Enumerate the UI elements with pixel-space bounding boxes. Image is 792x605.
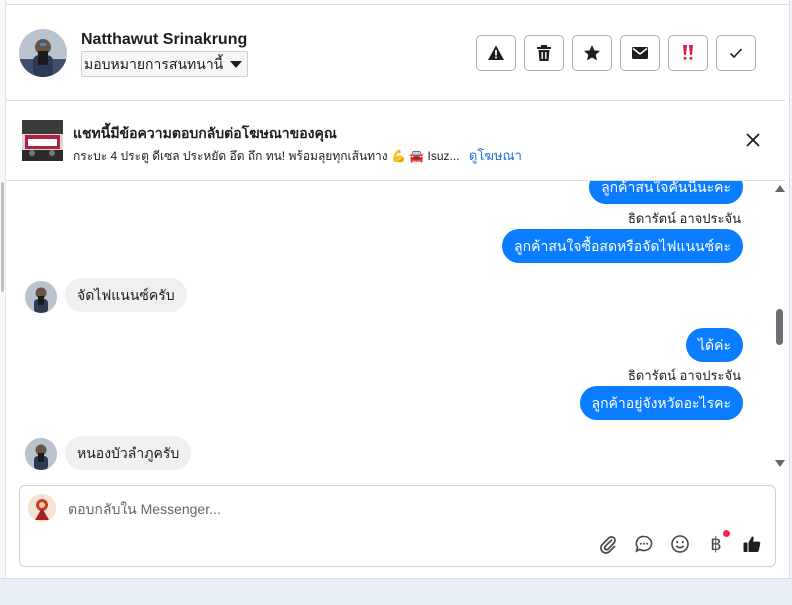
- caret-down-icon: [230, 61, 243, 68]
- chat-bubble-icon: [635, 535, 653, 553]
- report-spam-button[interactable]: [476, 35, 516, 71]
- envelope-icon: [632, 47, 648, 59]
- ad-description-text: กระบะ 4 ประตู ดีเซล ประหยัด อึด ถึก ทน! …: [73, 149, 460, 163]
- send-like-button[interactable]: [741, 533, 763, 555]
- ad-banner-title: แชทนี้มีข้อความตอบกลับต่อโฆษณาของคุณ: [73, 125, 337, 141]
- trash-icon: [537, 45, 551, 61]
- incoming-message[interactable]: หนองบัวลำภูครับ: [65, 436, 192, 470]
- contact-avatar-small: [25, 281, 57, 313]
- page-avatar: [28, 494, 56, 522]
- outgoing-message[interactable]: ลูกค้าสนใจคันนี้นะคะ: [589, 181, 743, 204]
- scroll-up-arrow-icon[interactable]: [775, 185, 785, 192]
- saved-replies-button[interactable]: [633, 533, 655, 555]
- contact-avatar-small: [25, 438, 57, 470]
- outgoing-message[interactable]: ลูกค้าอยู่จังหวัดอะไรคะ: [579, 386, 743, 420]
- attach-button[interactable]: [597, 533, 619, 555]
- close-icon: [746, 133, 760, 147]
- delete-button[interactable]: [524, 35, 564, 71]
- mark-done-button[interactable]: [716, 35, 756, 71]
- emoji-icon: [671, 535, 689, 553]
- assign-label: มอบหมายการสนทนานี้: [84, 56, 224, 72]
- paperclip-icon: [600, 536, 616, 554]
- priority-button[interactable]: [668, 35, 708, 71]
- close-banner-button[interactable]: [744, 131, 762, 149]
- star-icon: [584, 45, 600, 61]
- double-exclamation-icon: [683, 45, 693, 60]
- assign-conversation-dropdown[interactable]: มอบหมายการสนทนานี้: [81, 51, 249, 77]
- view-ad-link[interactable]: ดูโฆษณา: [469, 148, 522, 163]
- top-border: [0, 0, 792, 5]
- scrollbar-thumb[interactable]: [776, 309, 783, 345]
- baht-icon: ฿: [710, 533, 722, 555]
- ad-thumbnail[interactable]: [22, 120, 63, 161]
- checkmark-icon: [729, 48, 743, 59]
- bottom-bar: [0, 578, 792, 605]
- outgoing-message[interactable]: ลูกค้าสนใจซื้อสดหรือจัดไฟแนนซ์คะ: [502, 229, 743, 263]
- ad-banner-description: กระบะ 4 ประตู ดีเซล ประหยัด อึด ถึก ทน! …: [73, 145, 522, 166]
- sender-label: ธิดารัตน์ อาจประจัน: [627, 368, 741, 383]
- contact-name[interactable]: Natthawut Srinakrung: [81, 31, 247, 49]
- emoji-button[interactable]: [669, 533, 691, 555]
- composer-tools: ฿: [597, 530, 763, 555]
- messenger-inbox-panel: Natthawut Srinakrung มอบหมายการสนทนานี้: [0, 0, 792, 605]
- outgoing-message[interactable]: ได้ค่ะ: [685, 328, 743, 362]
- follow-up-button[interactable]: [572, 35, 612, 71]
- header-actions: [476, 35, 756, 71]
- notification-dot: [723, 530, 730, 537]
- reply-composer: ฿: [19, 485, 776, 567]
- thumbs-up-icon: [743, 536, 761, 552]
- message-thread[interactable]: ลูกค้าสนใจคันนี้นะคะ ธิดารัตน์ อาจประจัน…: [6, 181, 776, 476]
- message-scrollbar[interactable]: [774, 181, 786, 471]
- left-scrollbar-thumb[interactable]: [1, 182, 4, 292]
- incoming-message[interactable]: จัดไฟแนนซ์ครับ: [65, 278, 187, 312]
- payment-button[interactable]: ฿: [705, 530, 730, 555]
- ad-reply-banner: แชทนี้มีข้อความตอบกลับต่อโฆษณาของคุณ กระ…: [6, 101, 786, 181]
- mark-unread-button[interactable]: [620, 35, 660, 71]
- reply-input[interactable]: [68, 498, 568, 520]
- warning-icon: [488, 45, 504, 60]
- scroll-down-arrow-icon[interactable]: [775, 460, 785, 467]
- sender-label: ธิดารัตน์ อาจประจัน: [627, 211, 741, 226]
- contact-avatar[interactable]: [19, 29, 67, 77]
- conversation-header: Natthawut Srinakrung มอบหมายการสนทนานี้: [6, 6, 786, 101]
